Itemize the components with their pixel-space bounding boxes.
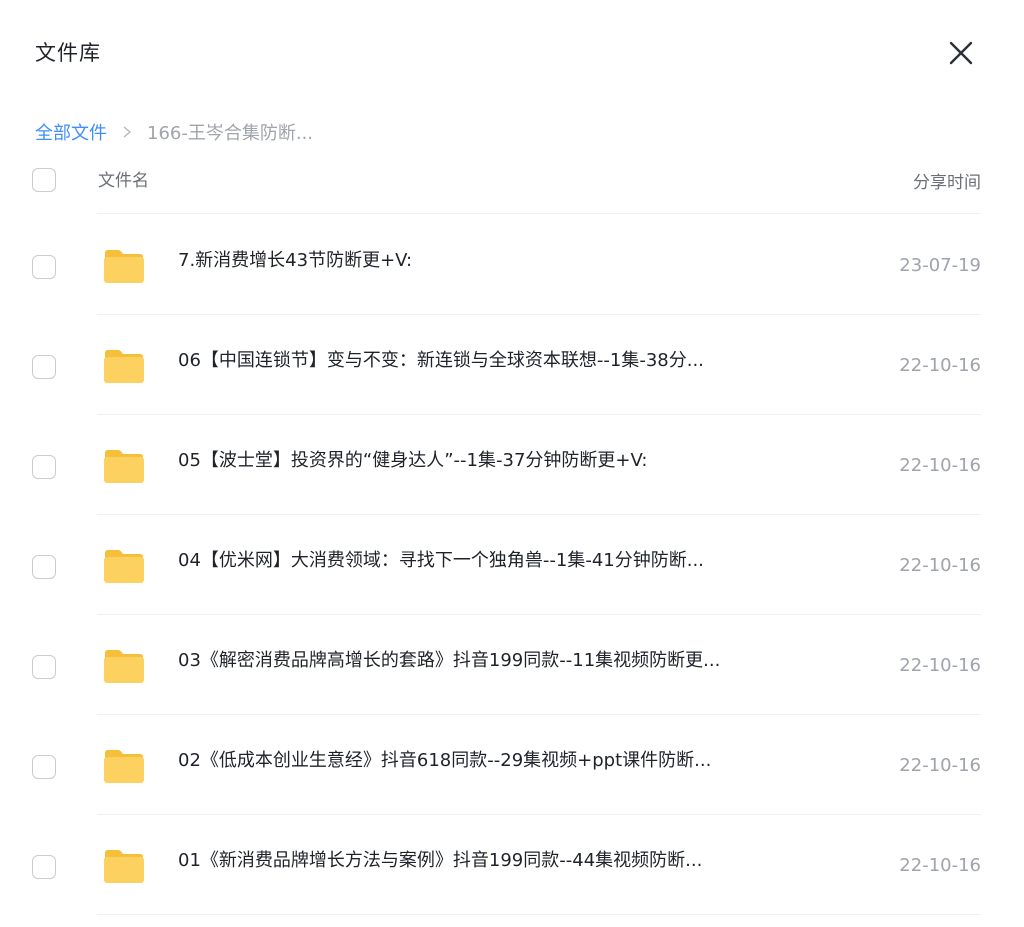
row-checkbox[interactable] [32,755,56,779]
breadcrumb-root-link[interactable]: 全部文件 [35,119,107,145]
row-divider [97,914,981,915]
share-date: 22-10-16 [899,755,981,776]
breadcrumb-current: 166-王岑合集防断... [147,123,314,144]
chevron-right-icon [123,126,132,138]
select-all-checkbox[interactable] [32,168,56,192]
file-name[interactable]: 04【优米网】大消费领域：寻找下一个独角兽--1集-41分钟防断... [178,548,778,574]
file-name[interactable]: 02《低成本创业生意经》抖音618同款--29集视频+ppt课件防断... [178,748,778,774]
row-checkbox[interactable] [32,655,56,679]
file-row[interactable]: 04【优米网】大消费领域：寻找下一个独角兽--1集-41分钟防断... 22-10… [0,515,1024,615]
folder-icon [102,447,146,485]
folder-icon [102,547,146,585]
file-row[interactable]: 06【中国连锁节】变与不变：新连锁与全球资本联想--1集-38分... 22-10… [0,315,1024,415]
file-row[interactable]: 7.新消费增长43节防断更+V: 23-07-19 [0,215,1024,315]
dialog-title: 文件库 [35,41,101,65]
file-row[interactable]: 02《低成本创业生意经》抖音618同款--29集视频+ppt课件防断... 22-… [0,715,1024,815]
share-date: 22-10-16 [899,455,981,476]
row-checkbox[interactable] [32,455,56,479]
file-row[interactable]: 03《解密消费品牌高增长的套路》抖音199同款--11集视频防断更... 22-1… [0,615,1024,715]
column-header-name: 文件名 [98,171,149,191]
folder-icon [102,347,146,385]
file-name[interactable]: 01《新消费品牌增长方法与案例》抖音199同款--44集视频防断... [178,848,778,874]
share-date: 22-10-16 [899,555,981,576]
folder-icon [102,247,146,285]
share-date: 22-10-16 [899,355,981,376]
row-checkbox[interactable] [32,855,56,879]
folder-icon [102,647,146,685]
file-library-dialog: 文件库 全部文件 166-王岑合集防断... 文件名 分享时间 7.新消费增长4… [0,0,1024,927]
file-name[interactable]: 05【波士堂】投资界的“健身达人”--1集-37分钟防断更+V: [178,448,778,474]
file-name[interactable]: 06【中国连锁节】变与不变：新连锁与全球资本联想--1集-38分... [178,348,778,374]
row-checkbox[interactable] [32,555,56,579]
file-name[interactable]: 03《解密消费品牌高增长的套路》抖音199同款--11集视频防断更... [178,648,778,674]
file-name[interactable]: 7.新消费增长43节防断更+V: [178,248,778,274]
file-row[interactable]: 05【波士堂】投资界的“健身达人”--1集-37分钟防断更+V: 22-10-16 [0,415,1024,515]
share-date: 23-07-19 [899,255,981,276]
share-date: 22-10-16 [899,855,981,876]
row-checkbox[interactable] [32,255,56,279]
row-checkbox[interactable] [32,355,56,379]
header-divider [97,213,981,214]
folder-icon [102,747,146,785]
close-icon [949,41,973,65]
column-header-share-time[interactable]: 分享时间 [913,171,981,195]
close-button[interactable] [944,36,978,70]
folder-icon [102,847,146,885]
share-date: 22-10-16 [899,655,981,676]
breadcrumb: 全部文件 166-王岑合集防断... [35,118,313,146]
file-row[interactable]: 01《新消费品牌增长方法与案例》抖音199同款--44集视频防断... 22-10… [0,815,1024,915]
